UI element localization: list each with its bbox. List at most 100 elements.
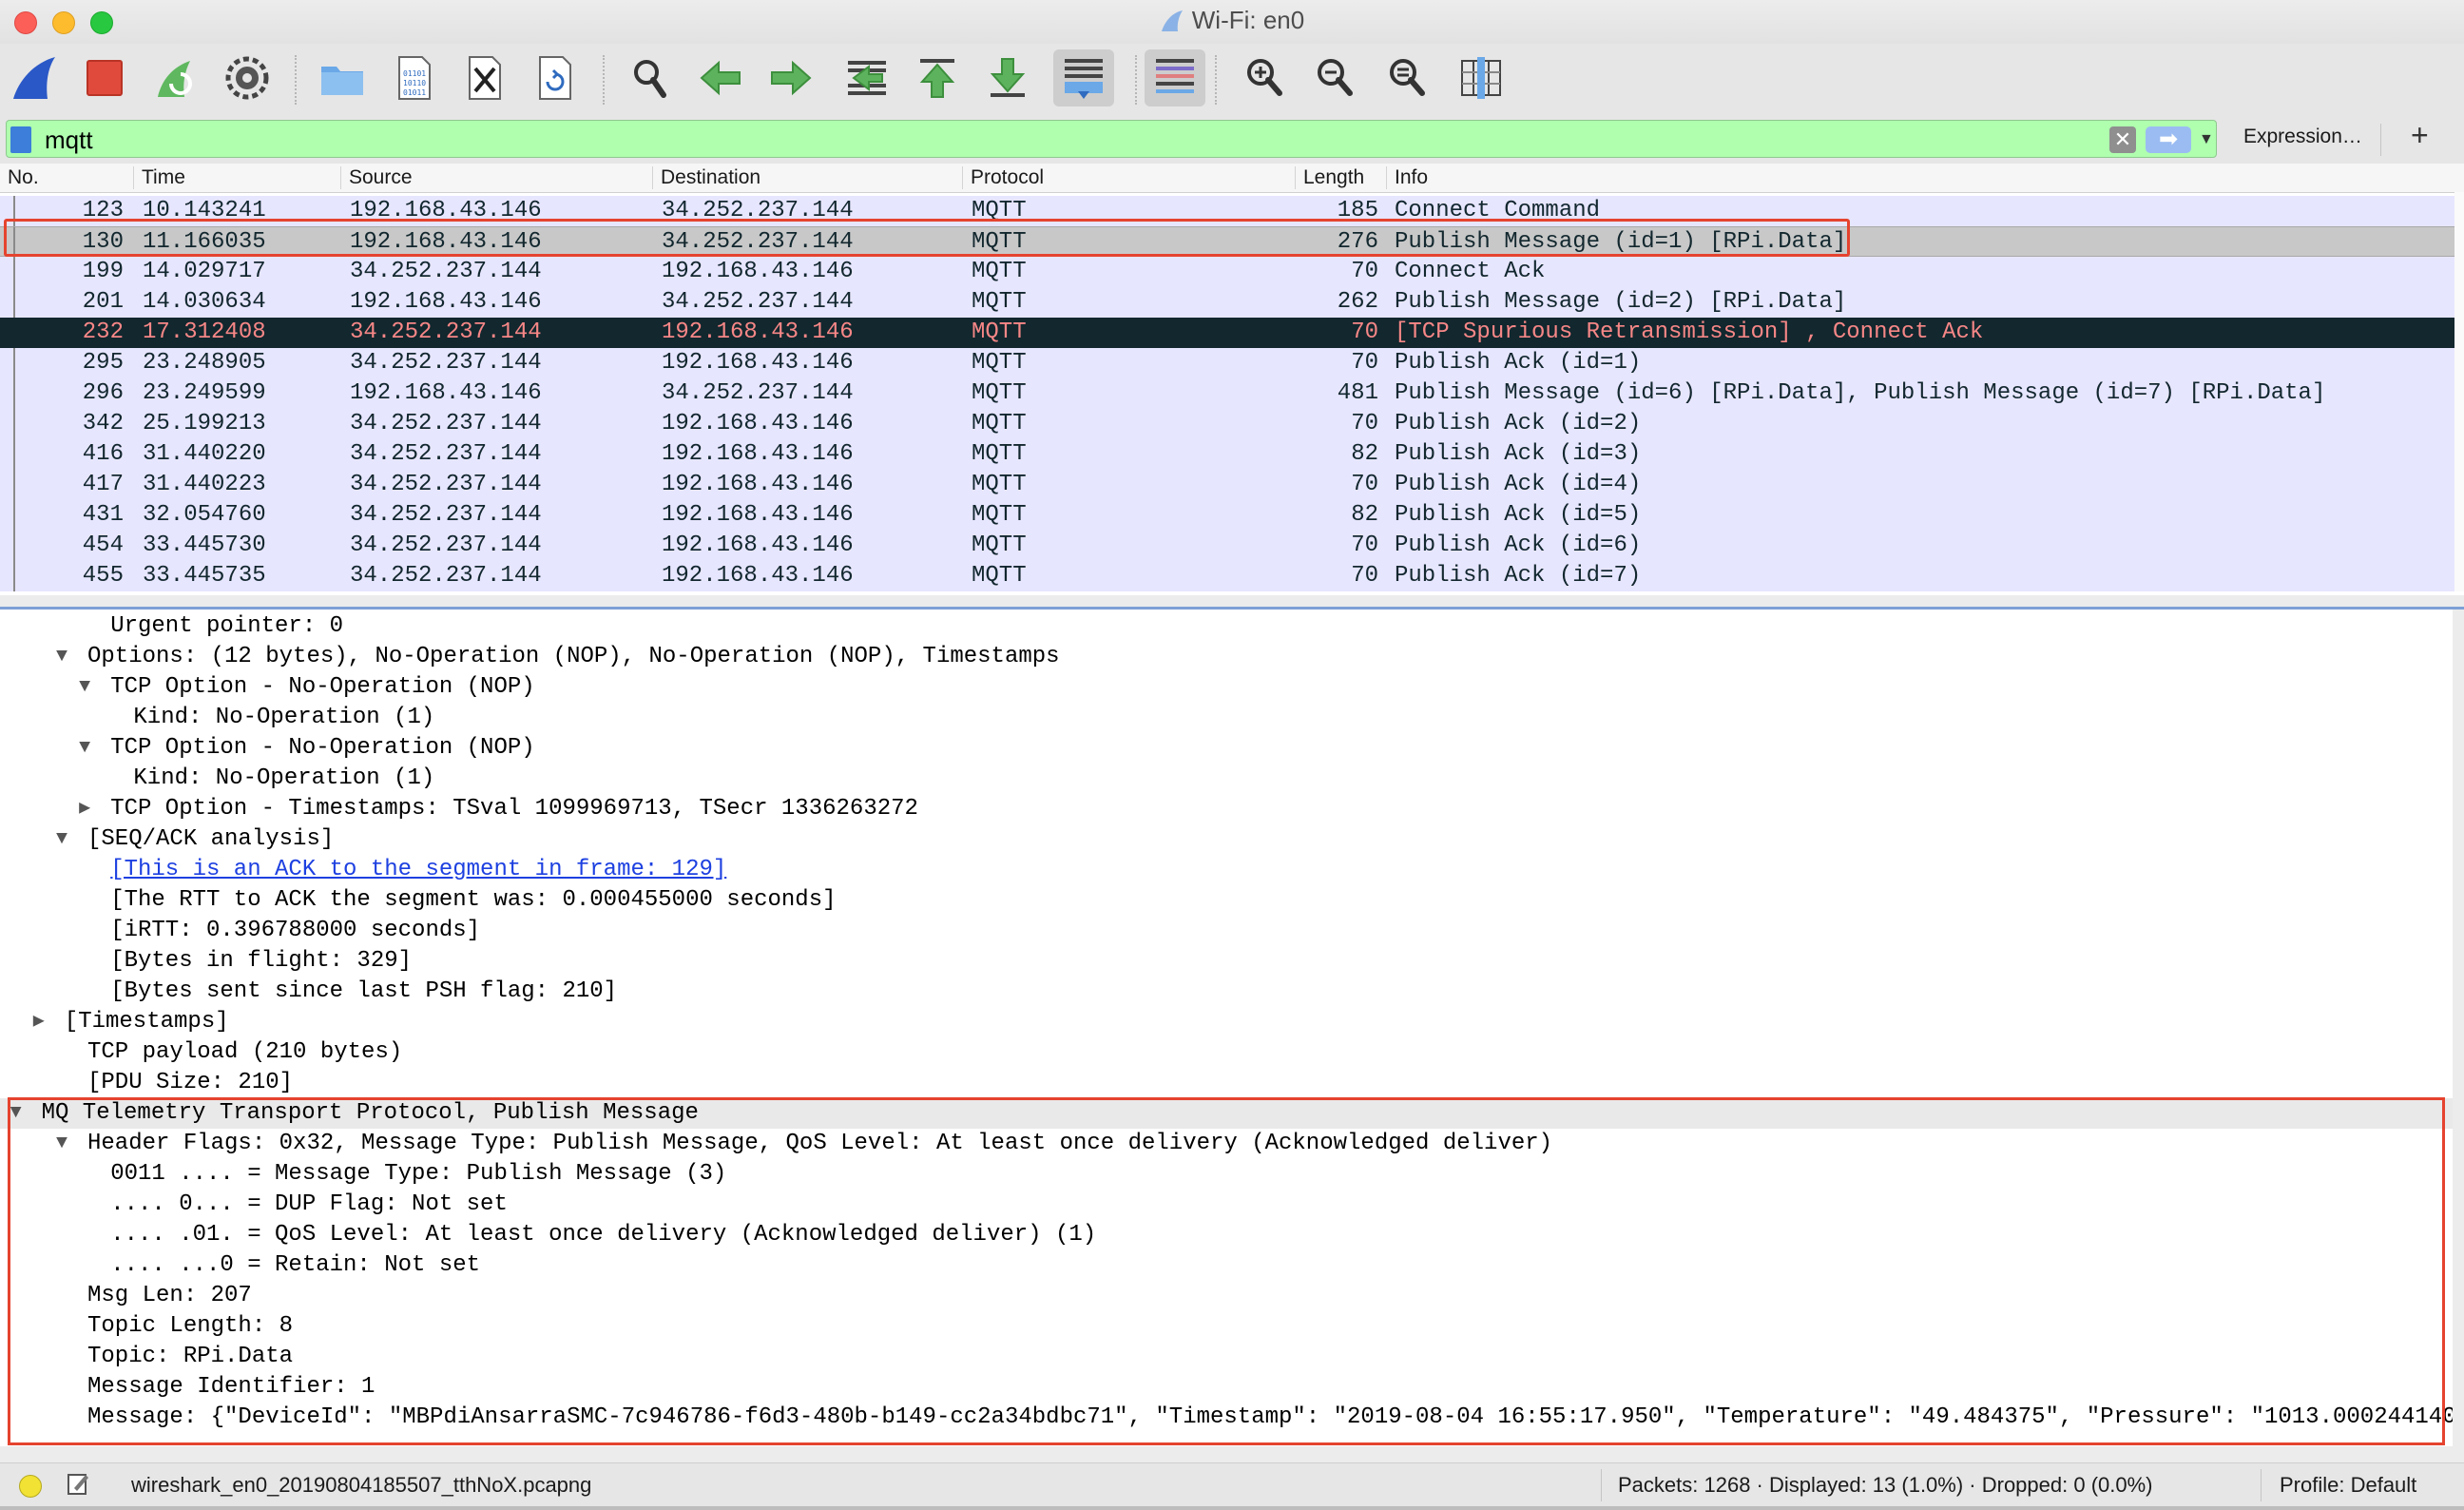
wireshark-fin-icon	[1161, 10, 1183, 31]
table-row[interactable]: 232 17.312408 34.252.237.144 192.168.43.146…	[0, 318, 2454, 348]
tree-item[interactable]: ▼ Header Flags: 0x32, Message Type: Publi…	[0, 1129, 2453, 1159]
column-header-destination[interactable]: Destination	[652, 166, 962, 189]
autoscroll-button[interactable]	[1053, 49, 1114, 106]
chevron-down-icon[interactable]: ▼	[2199, 126, 2214, 153]
zoom-in-button[interactable]	[1234, 49, 1295, 106]
table-row[interactable]: 123 10.143241 192.168.43.146 34.252.237.144…	[0, 196, 2454, 226]
profile-status[interactable]: Profile: Default	[2280, 1473, 2416, 1498]
packet-list-scrollbar[interactable]	[2454, 192, 2464, 591]
tree-item[interactable]: ▼ MQ Telemetry Transport Protocol, Publis…	[0, 1098, 2453, 1129]
table-row[interactable]: 417 31.440223 34.252.237.144 192.168.43.146…	[0, 470, 2454, 500]
tree-item[interactable]: [Bytes sent since last PSH flag: 210]	[0, 977, 2453, 1007]
colorize-button[interactable]	[1145, 49, 1205, 106]
column-header-source[interactable]: Source	[340, 166, 652, 189]
tree-item[interactable]: ▼ TCP Option - No-Operation (NOP)	[0, 733, 2453, 764]
tree-item[interactable]: Urgent pointer: 0	[0, 611, 2453, 642]
go-back-button[interactable]	[690, 49, 751, 106]
packet-time: 14.030634	[143, 289, 266, 315]
add-filter-button[interactable]: +	[2411, 118, 2429, 153]
save-file-button[interactable]: 01101 10110 01011	[384, 49, 445, 106]
packet-time: 11.166035	[143, 229, 266, 255]
normal-size-button[interactable]	[1376, 49, 1437, 106]
bookmark-icon[interactable]	[10, 126, 31, 153]
table-row[interactable]: 199 14.029717 34.252.237.144 192.168.43.146…	[0, 257, 2454, 287]
table-row[interactable]: 431 32.054760 34.252.237.144 192.168.43.146…	[0, 500, 2454, 531]
tree-item[interactable]: [PDU Size: 210]	[0, 1068, 2453, 1098]
tree-item[interactable]: ▶ TCP Option - Timestamps: TSval 10999697…	[0, 794, 2453, 824]
close-file-button[interactable]	[454, 49, 515, 106]
tree-item[interactable]: ▼ Options: (12 bytes), No-Operation (NOP)…	[0, 642, 2453, 672]
expand-triangle-icon[interactable]: ▼	[74, 733, 95, 764]
capture-options-button[interactable]	[217, 49, 278, 106]
tree-item[interactable]: .... .01. = QoS Level: At least once del…	[0, 1220, 2453, 1250]
expand-triangle-icon[interactable]: ▼	[6, 1098, 27, 1129]
packet-time: 31.440220	[143, 441, 266, 467]
column-header-time[interactable]: Time	[133, 166, 340, 189]
expand-triangle-icon[interactable]: ▼	[51, 642, 72, 672]
zoom-out-button[interactable]	[1304, 49, 1365, 106]
expand-triangle-icon[interactable]: ▼	[51, 824, 72, 855]
packet-protocol: MQTT	[972, 259, 1027, 284]
table-row[interactable]: 295 23.248905 34.252.237.144 192.168.43.146…	[0, 348, 2454, 378]
tree-item[interactable]: 0011 .... = Message Type: Publish Messag…	[0, 1159, 2453, 1190]
go-first-packet-button[interactable]	[907, 49, 968, 106]
go-to-packet-button[interactable]	[837, 49, 897, 106]
table-row[interactable]: 130 11.166035 192.168.43.146 34.252.237.144…	[0, 226, 2454, 258]
column-header-length[interactable]: Length	[1295, 166, 1386, 189]
tree-item[interactable]: [The RTT to ACK the segment was: 0.00045…	[0, 885, 2453, 916]
packet-number: 130	[82, 229, 124, 255]
go-forward-button[interactable]	[760, 49, 821, 106]
tree-item[interactable]: TCP payload (210 bytes)	[0, 1037, 2453, 1068]
tree-item[interactable]: ▼ [SEQ/ACK analysis]	[0, 824, 2453, 855]
display-filter-field[interactable]: ✕ ➡ ▼	[6, 120, 2217, 159]
tree-item[interactable]: Kind: No-Operation (1)	[0, 764, 2453, 794]
tree-item[interactable]: [Bytes in flight: 329]	[0, 946, 2453, 977]
tree-item-label: Options: (12 bytes), No-Operation (NOP),…	[87, 644, 1060, 669]
apply-filter-icon[interactable]: ➡	[2146, 126, 2191, 153]
packet-destination: 192.168.43.146	[662, 502, 854, 528]
expand-triangle-icon[interactable]: ▼	[74, 672, 95, 703]
open-file-button[interactable]	[312, 49, 373, 106]
clear-filter-icon[interactable]: ✕	[2109, 126, 2136, 153]
expand-triangle-icon[interactable]: ▼	[51, 1129, 72, 1159]
collapse-triangle-icon[interactable]: ▶	[29, 1007, 49, 1037]
table-row[interactable]: 455 33.445735 34.252.237.144 192.168.43.146…	[0, 561, 2454, 591]
column-header-protocol[interactable]: Protocol	[962, 166, 1295, 189]
frame-link[interactable]: [This is an ACK to the segment in frame:…	[110, 855, 726, 885]
reload-file-button[interactable]	[525, 49, 586, 106]
tree-item[interactable]: Message: {"DeviceId": "MBPdiAnsarraSMC-7…	[0, 1403, 2453, 1433]
go-last-packet-button[interactable]	[977, 49, 1038, 106]
column-header-info[interactable]: Info	[1386, 166, 2454, 189]
tree-item[interactable]: [iRTT: 0.396788000 seconds]	[0, 916, 2453, 946]
tree-item[interactable]: Kind: No-Operation (1)	[0, 703, 2453, 733]
stop-capture-button[interactable]	[74, 49, 135, 106]
tree-item[interactable]: ▶ [Timestamps]	[0, 1007, 2453, 1037]
tree-item[interactable]: .... ...0 = Retain: Not set	[0, 1250, 2453, 1281]
expression-button[interactable]: Expression…	[2243, 126, 2362, 148]
tree-item[interactable]: ▼ TCP Option - No-Operation (NOP)	[0, 672, 2453, 703]
status-bar: wireshark_en0_20190804185507_tthNoX.pcap…	[0, 1462, 2464, 1507]
tree-item[interactable]: Msg Len: 207	[0, 1281, 2453, 1311]
find-packet-button[interactable]	[620, 49, 681, 106]
tree-item[interactable]: Topic Length: 8	[0, 1311, 2453, 1342]
tree-item[interactable]: [This is an ACK to the segment in frame:…	[0, 855, 2453, 885]
start-capture-button[interactable]	[4, 49, 65, 106]
tree-item[interactable]: Topic: RPi.Data	[0, 1342, 2453, 1372]
table-row[interactable]: 454 33.445730 34.252.237.144 192.168.43.146…	[0, 531, 2454, 561]
tree-item-label: .... .01. = QoS Level: At least once del…	[110, 1222, 1097, 1248]
table-row[interactable]: 342 25.199213 34.252.237.144 192.168.43.146…	[0, 409, 2454, 439]
tree-item[interactable]: .... 0... = DUP Flag: Not set	[0, 1190, 2453, 1220]
capture-comment-icon[interactable]	[67, 1471, 89, 1496]
zoom-in-icon	[1247, 59, 1282, 96]
column-header-no[interactable]: No.	[0, 166, 133, 189]
table-row[interactable]: 296 23.249599 192.168.43.146 34.252.237.144…	[0, 378, 2454, 409]
table-row[interactable]: 201 14.030634 192.168.43.146 34.252.237.144…	[0, 287, 2454, 318]
filter-input[interactable]	[43, 121, 2100, 159]
tree-item[interactable]: Message Identifier: 1	[0, 1372, 2453, 1403]
restart-capture-button[interactable]	[144, 49, 205, 106]
magnifier-icon	[634, 60, 666, 98]
resize-columns-button[interactable]	[1451, 49, 1511, 106]
expert-info-indicator-icon[interactable]	[19, 1475, 42, 1498]
collapse-triangle-icon[interactable]: ▶	[74, 794, 95, 824]
table-row[interactable]: 416 31.440220 34.252.237.144 192.168.43.146…	[0, 439, 2454, 470]
